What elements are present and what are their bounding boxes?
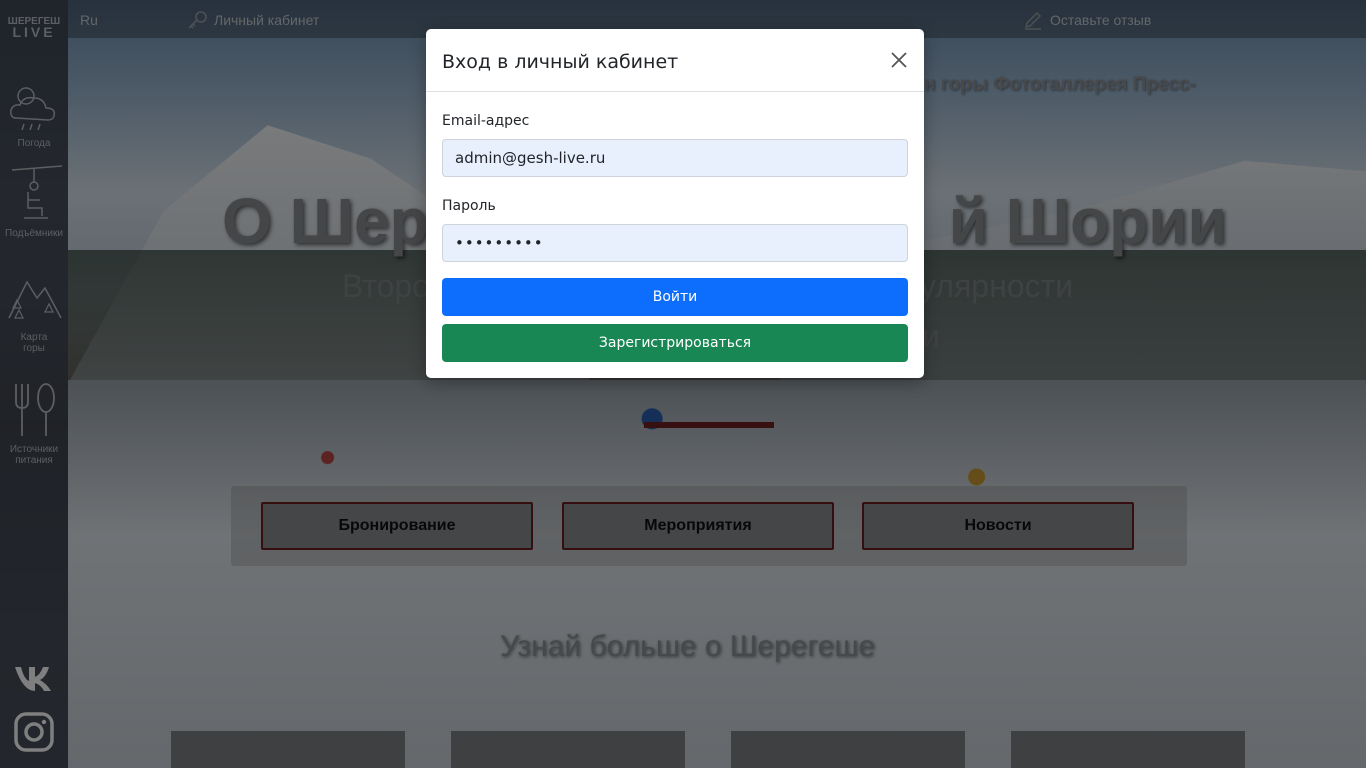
modal-title: Вход в личный кабинет: [442, 51, 679, 73]
email-label: Email-адрес: [442, 113, 530, 129]
register-button[interactable]: Зарегистрироваться: [442, 324, 908, 362]
password-field[interactable]: [442, 224, 908, 262]
password-label: Пароль: [442, 198, 496, 214]
login-modal: Вход в личный кабинет Email-адрес Пароль…: [426, 29, 924, 378]
modal-header: Вход в личный кабинет: [426, 29, 924, 92]
email-field[interactable]: [442, 139, 908, 177]
login-button[interactable]: Войти: [442, 278, 908, 316]
close-icon[interactable]: [890, 51, 908, 69]
